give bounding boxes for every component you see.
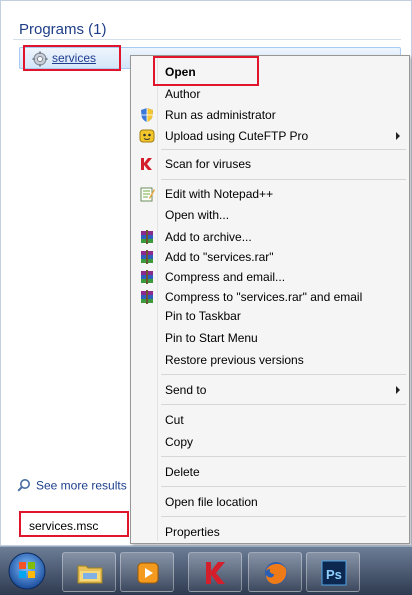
- menu-item-label: Compress and email...: [165, 270, 286, 284]
- menu-item-label: Pin to Taskbar: [165, 309, 241, 323]
- winrar-icon: [139, 249, 155, 265]
- start-button[interactable]: [6, 550, 48, 592]
- menu-item-label: Scan for viruses: [165, 157, 252, 171]
- menu-item-upload-cuteftp[interactable]: Upload using CuteFTP Pro: [134, 126, 408, 146]
- menu-separator: [161, 456, 406, 457]
- menu-separator: [161, 486, 406, 487]
- menu-item-label: Compress to "services.rar" and email: [165, 290, 363, 304]
- notepad-icon: [139, 186, 155, 202]
- menu-separator: [161, 374, 406, 375]
- context-menu: Open Author Run as administrator Upload …: [130, 55, 410, 544]
- menu-item-label: Delete: [165, 465, 200, 479]
- menu-item-author[interactable]: Author: [134, 84, 408, 104]
- section-divider: [13, 39, 401, 40]
- search-box[interactable]: [19, 511, 129, 537]
- cuteftp-icon: [139, 128, 155, 144]
- taskbar-explorer-button[interactable]: [62, 552, 116, 592]
- menu-item-compress-to-services-rar-and-email[interactable]: Compress to "services.rar" and email: [134, 287, 408, 307]
- menu-item-open-file-location[interactable]: Open file location: [134, 492, 408, 512]
- taskbar-kaspersky-button[interactable]: [188, 552, 242, 592]
- menu-item-add-to-services-rar[interactable]: Add to "services.rar": [134, 247, 408, 267]
- menu-separator: [161, 516, 406, 517]
- menu-item-add-to-archive[interactable]: Add to archive...: [134, 227, 408, 247]
- menu-item-scan-for-viruses[interactable]: Scan for viruses: [134, 154, 408, 174]
- menu-separator: [161, 179, 406, 180]
- winrar-icon: [139, 229, 155, 245]
- see-more-results-link[interactable]: See more results: [17, 478, 127, 495]
- see-more-results-label: See more results: [36, 478, 127, 493]
- menu-item-label: Properties: [165, 525, 220, 539]
- menu-item-send-to[interactable]: Send to: [134, 380, 408, 400]
- menu-item-pin-to-start-menu[interactable]: Pin to Start Menu: [134, 328, 408, 348]
- menu-item-open-with[interactable]: Open with...: [134, 205, 408, 225]
- photoshop-icon: Ps: [321, 560, 347, 586]
- menu-item-run-as-administrator[interactable]: Run as administrator: [134, 105, 408, 125]
- menu-item-label: Add to archive...: [165, 230, 252, 244]
- menu-item-label: Open with...: [165, 208, 230, 222]
- taskbar: Ps: [0, 546, 412, 595]
- menu-item-label: Upload using CuteFTP Pro: [165, 129, 309, 143]
- submenu-arrow-icon: [396, 132, 400, 140]
- media-player-icon: [137, 562, 159, 584]
- kaspersky-icon: [139, 156, 155, 172]
- highlight-box-result: [23, 45, 121, 71]
- menu-item-delete[interactable]: Delete: [134, 462, 408, 482]
- highlight-box-open: [153, 56, 259, 86]
- taskbar-firefox-button[interactable]: [248, 552, 302, 592]
- magnifier-icon: [17, 478, 31, 495]
- menu-item-copy[interactable]: Copy: [134, 432, 408, 452]
- explorer-folder-icon: [77, 565, 103, 584]
- windows-orb-icon: [8, 552, 46, 590]
- submenu-arrow-icon: [396, 386, 400, 394]
- menu-item-label: Restore previous versions: [165, 353, 304, 367]
- shield-icon: [139, 107, 155, 123]
- taskbar-photoshop-button[interactable]: Ps: [306, 552, 360, 592]
- menu-item-label: Edit with Notepad++: [165, 187, 274, 201]
- menu-item-pin-to-taskbar[interactable]: Pin to Taskbar: [134, 306, 408, 326]
- menu-item-label: Author: [165, 87, 201, 101]
- search-input[interactable]: [21, 513, 127, 535]
- menu-item-label: Copy: [165, 435, 194, 449]
- menu-item-edit-notepad-plus-plus[interactable]: Edit with Notepad++: [134, 184, 408, 204]
- menu-item-cut[interactable]: Cut: [134, 410, 408, 430]
- winrar-icon: [139, 269, 155, 285]
- menu-item-label: Add to "services.rar": [165, 250, 274, 264]
- menu-item-label: Open file location: [165, 495, 258, 509]
- menu-separator: [161, 149, 406, 150]
- kaspersky-icon: [206, 562, 225, 584]
- menu-separator: [161, 404, 406, 405]
- firefox-icon: [265, 562, 287, 584]
- photoshop-icon-text: Ps: [326, 567, 342, 582]
- menu-item-properties[interactable]: Properties: [134, 522, 408, 542]
- menu-item-label: Pin to Start Menu: [165, 331, 258, 345]
- programs-section-header: Programs (1): [19, 21, 107, 38]
- menu-item-label: Send to: [165, 383, 207, 397]
- taskbar-media-player-button[interactable]: [120, 552, 174, 592]
- menu-item-label: Run as administrator: [165, 108, 276, 122]
- menu-item-compress-and-email[interactable]: Compress and email...: [134, 267, 408, 287]
- winrar-icon: [139, 289, 155, 305]
- menu-item-label: Cut: [165, 413, 184, 427]
- menu-item-restore-previous-versions[interactable]: Restore previous versions: [134, 350, 408, 370]
